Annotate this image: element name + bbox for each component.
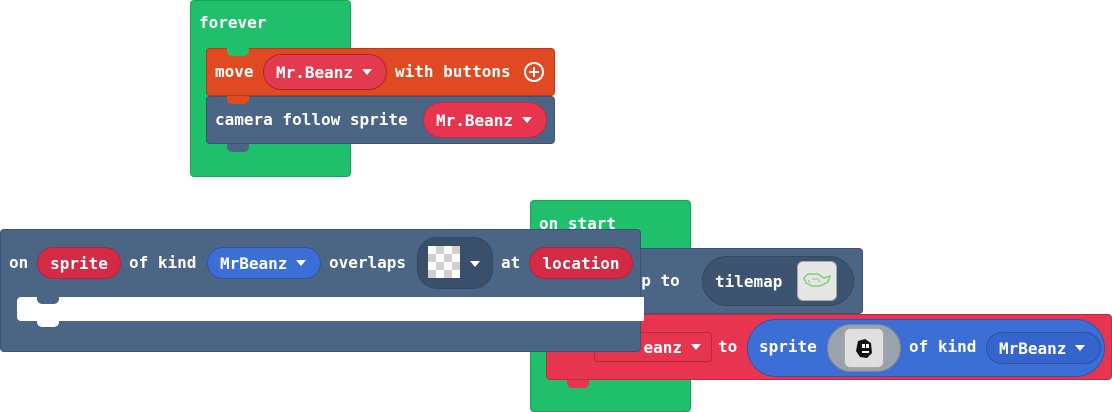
move-sprite-value: Mr.Beanz xyxy=(276,62,354,82)
on-label: on xyxy=(9,253,29,272)
block-notch xyxy=(227,96,249,104)
sprite-parameter[interactable]: sprite xyxy=(37,247,121,279)
kind-value: MrBeanz xyxy=(220,253,288,273)
kind-value: MrBeanz xyxy=(999,338,1067,358)
kind-dropdown[interactable]: MrBeanz xyxy=(986,332,1101,364)
kind-dropdown[interactable]: MrBeanz xyxy=(207,247,321,279)
of-kind-label: of kind xyxy=(129,253,197,272)
tilemap-thumbnail-icon[interactable] xyxy=(797,261,837,301)
checkerboard-icon xyxy=(428,246,460,278)
plus-circle-icon[interactable] xyxy=(524,62,544,82)
sprite-parameter-label: sprite xyxy=(50,253,108,273)
sprite-label: sprite xyxy=(759,337,817,356)
camera-sprite-value: Mr.Beanz xyxy=(436,110,514,130)
sprite-image-icon[interactable] xyxy=(844,328,884,368)
tilemap-label: tilemap xyxy=(715,271,783,291)
chevron-down-icon xyxy=(691,344,701,350)
to-label: to xyxy=(718,337,738,356)
block-bottom-notch xyxy=(567,380,589,388)
slot-notch xyxy=(37,320,59,327)
camera-follow-label: camera follow sprite xyxy=(215,110,408,129)
chevron-down-icon xyxy=(1075,345,1086,351)
chevron-down-icon xyxy=(470,261,480,267)
chevron-down-icon xyxy=(362,69,373,75)
block-notch xyxy=(37,297,59,304)
at-label: at xyxy=(501,253,521,272)
chevron-down-icon xyxy=(296,260,307,266)
on-overlap-event-block[interactable]: on sprite of kind MrBeanz overlaps at lo… xyxy=(0,229,644,352)
camera-sprite-dropdown[interactable]: Mr.Beanz xyxy=(423,102,547,138)
sprite-variable-value: eanz xyxy=(643,337,682,357)
statement-slot xyxy=(17,297,644,321)
chevron-down-icon xyxy=(522,117,533,123)
move-with-buttons-block[interactable]: move Mr.Beanz with buttons xyxy=(206,48,555,96)
block-notch xyxy=(227,48,249,56)
with-buttons-label: with buttons xyxy=(395,62,511,81)
of-kind-label: of kind xyxy=(909,337,977,356)
location-parameter[interactable]: location xyxy=(529,247,633,279)
location-parameter-label: location xyxy=(542,253,620,273)
overlaps-label: overlaps xyxy=(329,253,407,272)
block-bottom-notch xyxy=(227,144,249,152)
move-sprite-dropdown[interactable]: Mr.Beanz xyxy=(263,54,387,90)
move-label: move xyxy=(215,62,254,81)
camera-follow-sprite-block[interactable]: camera follow sprite Mr.Beanz xyxy=(206,96,555,152)
forever-label: forever xyxy=(199,13,267,32)
